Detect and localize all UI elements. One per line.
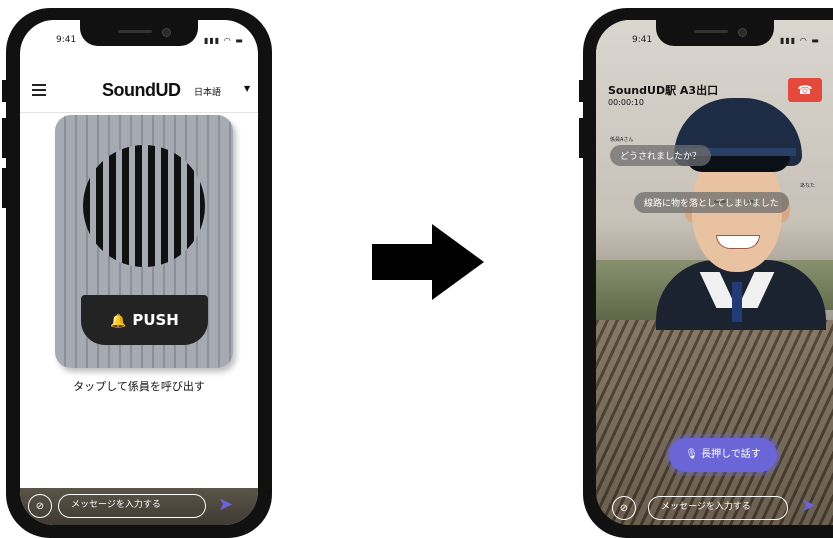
screen-right: 9:41 ▮▮▮ ◠ ▬ SoundUD駅 A3出口 00:00:10 ☎ 係員…: [596, 20, 833, 525]
staff-message: どうされましたか？: [610, 145, 712, 166]
user-message: 線路に物を落としてしまいました: [634, 192, 789, 213]
message-input[interactable]: メッセージを入力する: [648, 496, 788, 520]
status-icons: ▮▮▮ ◠ ▬: [780, 36, 820, 45]
language-select[interactable]: 日本語: [194, 85, 221, 98]
app-header: SoundUD 日本語 ▼: [20, 70, 258, 113]
hamburger-icon[interactable]: [32, 84, 46, 99]
arrow-right-icon: [372, 224, 484, 300]
push-to-talk-button[interactable]: 🎙 長押しで話す: [669, 438, 777, 472]
message-bar: ⊘ メッセージを入力する ➤: [20, 488, 258, 525]
user-label: あなた: [800, 183, 816, 189]
mic-icon: 🎙: [685, 449, 698, 460]
bell-icon: 🔔: [110, 314, 127, 329]
send-icon[interactable]: ➤: [218, 494, 233, 515]
status-time: 9:41: [632, 35, 653, 45]
message-input[interactable]: メッセージを入力する: [58, 494, 206, 518]
phone-hangup-icon: ☎: [797, 83, 813, 97]
notch: [80, 20, 198, 46]
screen-left: 9:41 ▮▮▮ ◠ ▬ SoundUD 日本語 ▼ 🔔 PUSH タップして係員…: [20, 20, 258, 525]
push-label: PUSH: [132, 311, 179, 329]
hangup-button[interactable]: ☎: [788, 78, 822, 102]
notch: [655, 20, 774, 46]
camera-off-icon[interactable]: ⊘: [612, 496, 636, 520]
phone-left: 9:41 ▮▮▮ ◠ ▬ SoundUD 日本語 ▼ 🔔 PUSH タップして係員…: [2, 8, 272, 538]
phone-right: 9:41 ▮▮▮ ◠ ▬ SoundUD駅 A3出口 00:00:10 ☎ 係員…: [579, 8, 833, 538]
push-button[interactable]: 🔔 PUSH: [81, 295, 208, 345]
status-time: 9:41: [56, 35, 77, 45]
push-to-talk-label: 長押しで話す: [701, 449, 761, 460]
app-logo: SoundUD: [102, 80, 181, 100]
railway-track: [596, 320, 833, 525]
call-timer: 00:00:10: [608, 98, 644, 107]
call-title: SoundUD駅 A3出口: [608, 84, 719, 97]
staff-label: 係員Aさん: [610, 137, 634, 143]
speaker-grille: [83, 145, 205, 267]
status-icons: ▮▮▮ ◠ ▬: [204, 36, 244, 45]
chevron-down-icon[interactable]: ▼: [244, 84, 250, 93]
tap-caption: タップして係員を呼び出す: [73, 380, 205, 393]
camera-off-icon[interactable]: ⊘: [28, 494, 52, 518]
send-icon[interactable]: ➤: [801, 495, 816, 516]
call-staff-card[interactable]: 🔔 PUSH: [55, 115, 233, 368]
